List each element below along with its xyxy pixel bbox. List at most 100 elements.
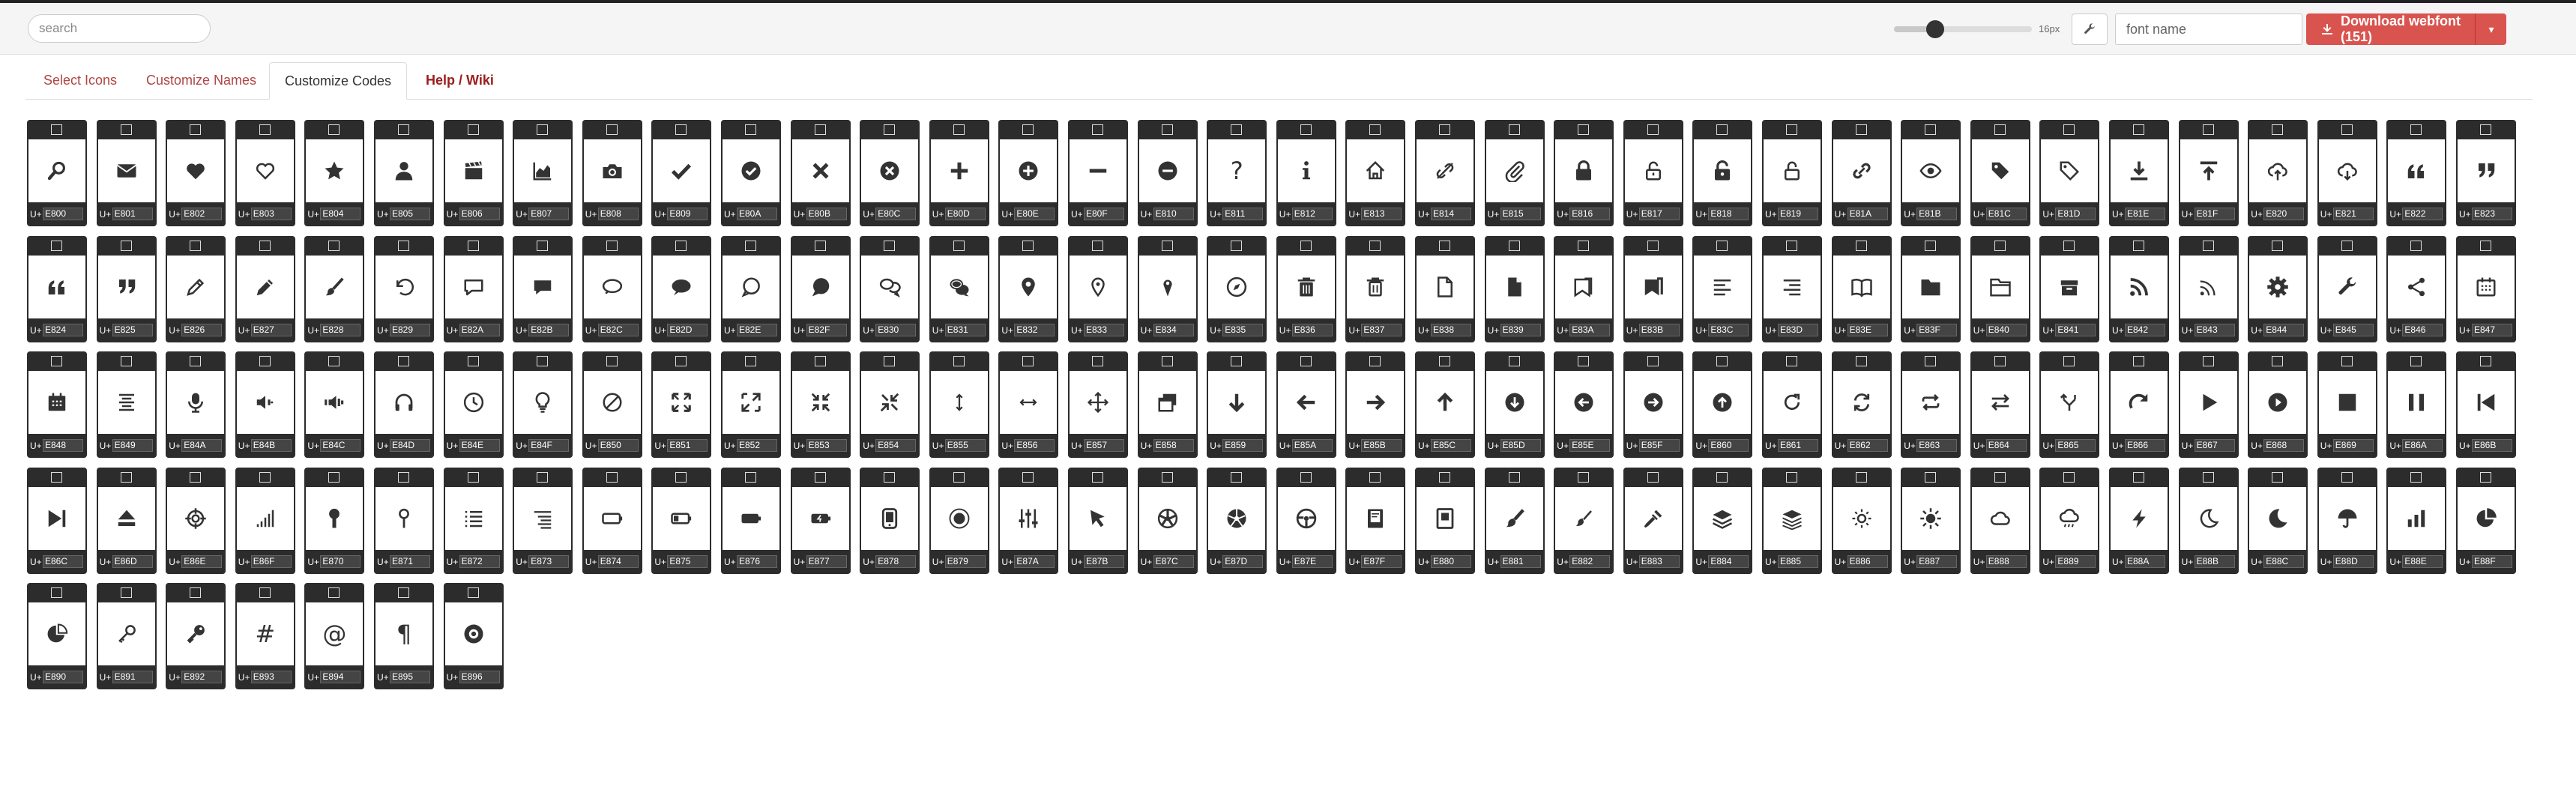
icon-select-checkbox[interactable] xyxy=(2410,356,2422,366)
icon-cell[interactable]: U+ E844 xyxy=(2248,235,2308,342)
icon-select-checkbox[interactable] xyxy=(1994,356,2006,366)
icon-cell[interactable]: U+ E887 xyxy=(1901,467,1961,574)
code-input[interactable]: E811 xyxy=(1222,208,1264,220)
icon-cell[interactable]: U+ E830 xyxy=(860,235,920,342)
icon-cell[interactable]: U+ E83C xyxy=(1692,235,1753,342)
code-input[interactable]: E834 xyxy=(1153,323,1194,336)
icon-select-checkbox[interactable] xyxy=(953,356,965,366)
code-input[interactable]: E81B xyxy=(1916,208,1958,220)
code-input[interactable]: E871 xyxy=(390,554,430,568)
icon-select-checkbox[interactable] xyxy=(1161,240,1173,251)
icon-cell[interactable]: U+ E889 xyxy=(2039,467,2100,574)
icon-cell[interactable]: U+ E85B xyxy=(1345,351,1406,458)
icon-select-checkbox[interactable] xyxy=(1231,124,1243,135)
code-input[interactable]: E851 xyxy=(667,439,708,452)
icon-cell[interactable]: U+ E836 xyxy=(1276,235,1336,342)
tab-customize-names[interactable]: Customize Names xyxy=(131,62,271,99)
code-input[interactable]: E807 xyxy=(528,208,570,220)
icon-cell[interactable]: U+ E875 xyxy=(651,467,712,574)
icon-select-checkbox[interactable] xyxy=(814,356,826,366)
icon-cell[interactable]: U+ E83A xyxy=(1554,235,1614,342)
code-input[interactable]: E87E xyxy=(1291,554,1333,568)
icon-select-checkbox[interactable] xyxy=(2133,471,2144,483)
code-input[interactable]: E835 xyxy=(1222,323,1264,336)
code-input[interactable]: E82C xyxy=(597,323,639,336)
icon-select-checkbox[interactable] xyxy=(1855,240,1867,251)
icon-cell[interactable]: U+ E81D xyxy=(2039,120,2100,226)
icon-cell[interactable]: U+ E806 xyxy=(443,120,504,226)
code-input[interactable]: E86F xyxy=(250,554,292,568)
icon-select-checkbox[interactable] xyxy=(2480,124,2491,135)
code-input[interactable]: E858 xyxy=(1153,439,1194,452)
icon-cell[interactable]: ¶ U+ E895 xyxy=(374,583,434,689)
code-input[interactable]: E88F xyxy=(2472,554,2512,568)
icon-cell[interactable]: U+ E846 xyxy=(2386,235,2447,342)
code-input[interactable]: E805 xyxy=(390,208,430,220)
icon-cell[interactable]: U+ E81F xyxy=(2178,120,2239,226)
icon-select-checkbox[interactable] xyxy=(606,124,618,135)
search-input[interactable] xyxy=(28,14,211,43)
size-slider-thumb[interactable] xyxy=(1926,20,1945,38)
code-input[interactable]: E844 xyxy=(2263,323,2305,336)
icon-select-checkbox[interactable] xyxy=(2063,240,2075,251)
icon-select-checkbox[interactable] xyxy=(1786,471,1797,483)
icon-cell[interactable]: U+ E87B xyxy=(1068,467,1128,574)
code-input[interactable]: E800 xyxy=(43,208,83,220)
code-input[interactable]: E855 xyxy=(944,439,986,452)
icon-select-checkbox[interactable] xyxy=(1161,471,1173,483)
icon-select-checkbox[interactable] xyxy=(745,240,756,251)
code-input[interactable]: E810 xyxy=(1153,208,1194,220)
icon-cell[interactable]: U+ E825 xyxy=(96,235,157,342)
icon-select-checkbox[interactable] xyxy=(259,240,271,251)
icon-cell[interactable]: U+ E881 xyxy=(1484,467,1545,574)
code-input[interactable]: E86A xyxy=(2402,439,2443,452)
icon-cell[interactable]: U+ E814 xyxy=(1415,120,1475,226)
icon-select-checkbox[interactable] xyxy=(120,124,132,135)
icon-cell[interactable]: U+ E80B xyxy=(790,120,851,226)
code-input[interactable]: E80E xyxy=(1014,208,1055,220)
code-input[interactable]: E84B xyxy=(250,439,292,452)
icon-select-checkbox[interactable] xyxy=(1716,356,1728,366)
icon-select-checkbox[interactable] xyxy=(675,471,687,483)
code-input[interactable]: E887 xyxy=(1916,554,1958,568)
icon-cell[interactable]: U+ E86E xyxy=(166,467,226,574)
icon-cell[interactable]: U+ E868 xyxy=(2248,351,2308,458)
icon-select-checkbox[interactable] xyxy=(1925,471,1937,483)
icon-cell[interactable]: U+ E874 xyxy=(582,467,642,574)
code-input[interactable]: E85A xyxy=(1291,439,1333,452)
code-input[interactable]: E895 xyxy=(390,671,430,683)
icon-select-checkbox[interactable] xyxy=(467,124,479,135)
icon-select-checkbox[interactable] xyxy=(2272,124,2284,135)
code-input[interactable]: E809 xyxy=(667,208,708,220)
icon-cell[interactable]: U+ E884 xyxy=(1692,467,1753,574)
icon-select-checkbox[interactable] xyxy=(1161,124,1173,135)
code-input[interactable]: E819 xyxy=(1778,208,1818,220)
download-webfont-button[interactable]: Download webfont (151) ▾ xyxy=(2306,13,2506,45)
icon-select-checkbox[interactable] xyxy=(606,356,618,366)
code-input[interactable]: E85F xyxy=(1638,439,1680,452)
code-input[interactable]: E88C xyxy=(2263,554,2305,568)
icon-select-checkbox[interactable] xyxy=(120,471,132,483)
icon-select-checkbox[interactable] xyxy=(884,124,896,135)
code-input[interactable]: E806 xyxy=(459,208,500,220)
icon-cell[interactable]: U+ E84E xyxy=(443,351,504,458)
icon-cell[interactable]: U+ E842 xyxy=(2109,235,2169,342)
icon-select-checkbox[interactable] xyxy=(1022,356,1034,366)
icon-select-checkbox[interactable] xyxy=(953,240,965,251)
code-input[interactable]: E875 xyxy=(667,554,708,568)
icon-select-checkbox[interactable] xyxy=(884,356,896,366)
icon-select-checkbox[interactable] xyxy=(1994,240,2006,251)
code-input[interactable]: E846 xyxy=(2402,323,2443,336)
code-input[interactable]: E86B xyxy=(2472,439,2512,452)
icon-select-checkbox[interactable] xyxy=(328,471,340,483)
icon-cell[interactable]: U+ E816 xyxy=(1554,120,1614,226)
icon-cell[interactable]: U+ E801 xyxy=(96,120,157,226)
icon-select-checkbox[interactable] xyxy=(1439,240,1450,251)
icon-cell[interactable]: U+ E879 xyxy=(929,467,989,574)
icon-select-checkbox[interactable] xyxy=(537,471,549,483)
code-input[interactable]: E821 xyxy=(2332,208,2374,220)
icon-cell[interactable]: U+ E848 xyxy=(27,351,87,458)
icon-cell[interactable]: U+ E821 xyxy=(2317,120,2377,226)
code-input[interactable]: E854 xyxy=(875,439,917,452)
code-input[interactable]: E890 xyxy=(43,671,83,683)
